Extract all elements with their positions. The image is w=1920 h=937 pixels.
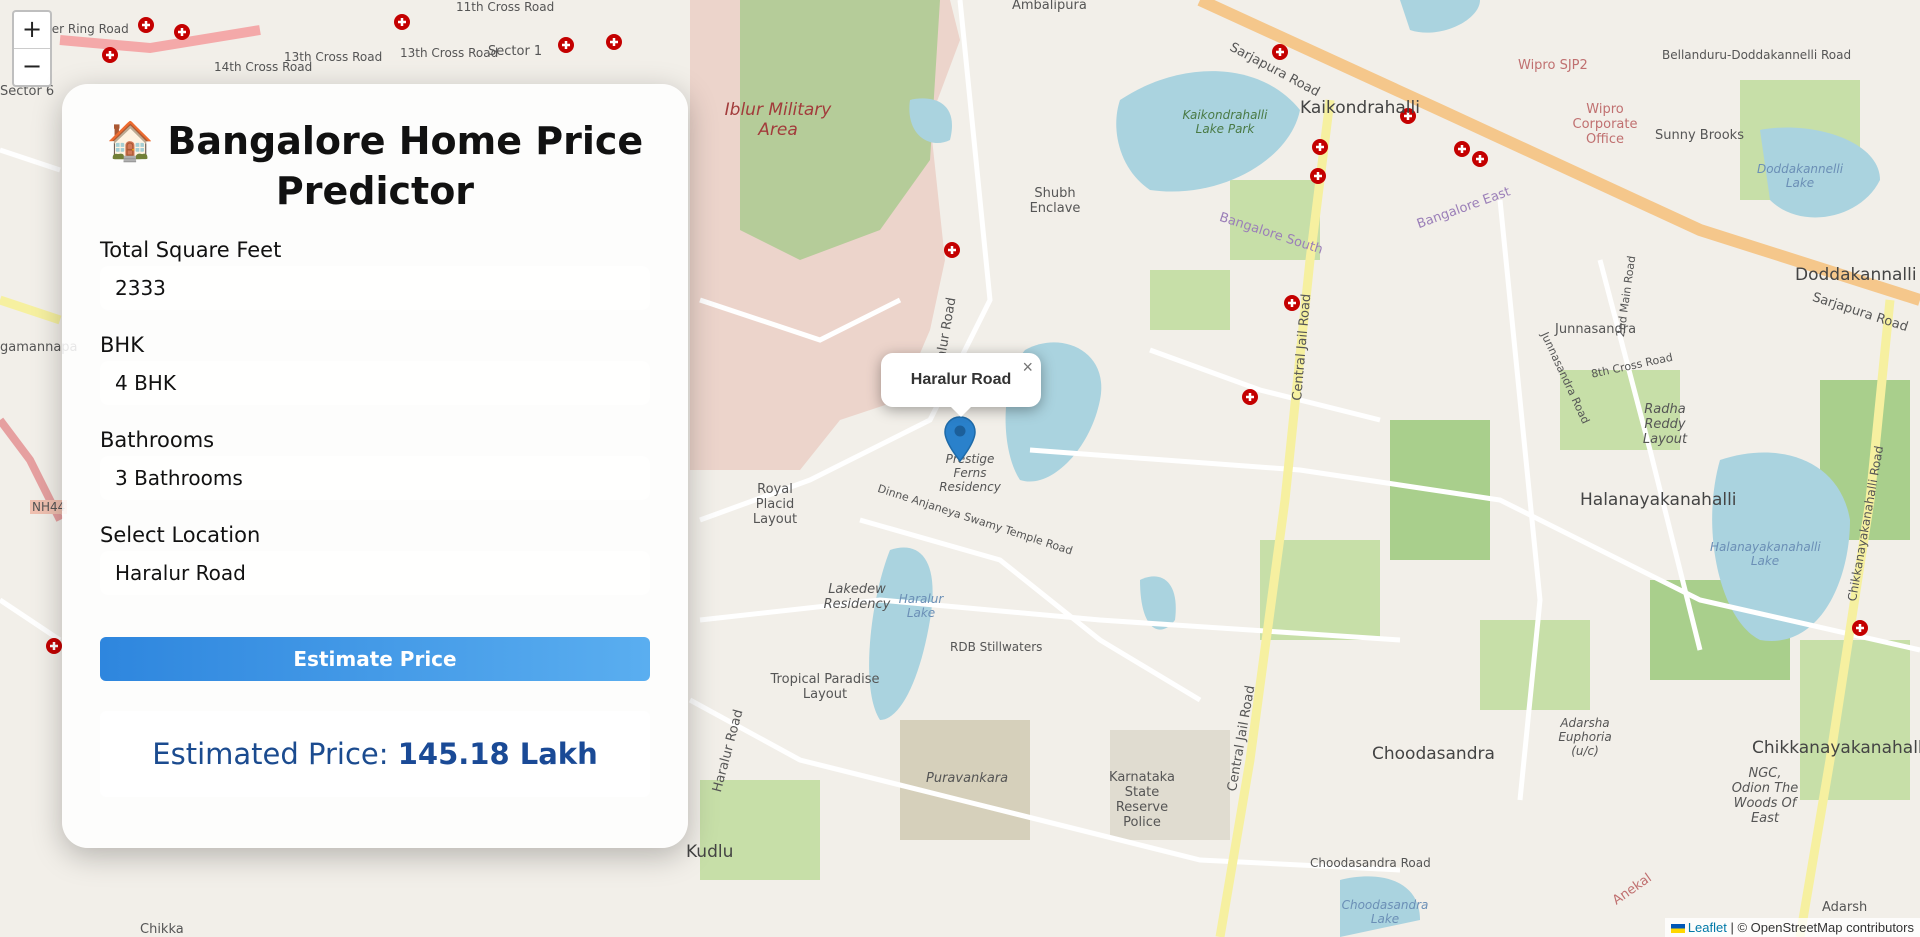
map-label-halanayakanahalli-lake: Halanayakanahalli Lake [1710,540,1821,568]
location-popup: Haralur Road × [881,353,1041,417]
map-label-choodasandra-road: Choodasandra Road [1310,856,1431,870]
map-label-doddakannelli-lake: Doddakannelli Lake [1756,162,1844,190]
popup-text: Haralur Road [910,371,1012,388]
map-label-chikkanayakanahalli: Chikkanayakanahalli [1752,738,1920,758]
location-label: Select Location [100,523,261,547]
estimated-price-result: Estimated Price: 145.18 Lakh [100,711,650,797]
map-label-iblur: Iblur Military Area [724,100,832,140]
map-label-choodasandra: Choodasandra [1372,744,1495,764]
leaflet-link[interactable]: Leaflet [1688,920,1727,935]
zoom-in-button[interactable]: + [14,12,50,48]
bhk-label: BHK [100,333,144,357]
estimate-price-button[interactable]: Estimate Price [100,637,650,681]
title-text: Bangalore Home Price Predictor [167,119,644,213]
map-label-puravankara: Puravankara [926,771,1009,786]
map-label-adarsha: Adarsha Euphoria (u/c) [1558,716,1612,758]
map-label-choodasandra-lake: Choodasandra Lake [1341,898,1429,926]
map-label-rdb: RDB Stillwaters [950,640,1043,654]
map-label-14th-cross: 14th Cross Road [214,60,313,74]
page-title: 🏠 Bangalore Home Price Predictor [62,116,688,216]
map-label-11th-cross: 11th Cross Road [456,0,555,14]
map-label-haralur-lake: Haralur Lake [898,592,944,620]
map-label-ngc: NGC, Odion The Woods Of East [1731,766,1799,826]
map-label-halanayakanahalli: Halanayakanahalli [1580,490,1737,510]
predictor-panel: 🏠 Bangalore Home Price Predictor Total S… [62,84,688,848]
attribution-text: | © OpenStreetMap contributors [1730,920,1915,935]
map-label-ambalipura: Ambalipura [1012,0,1087,13]
result-value: 145.18 Lakh [397,737,598,771]
map-label-kaikondrahalli: Kaikondrahalli [1300,98,1420,118]
ukraine-flag-icon [1670,924,1685,934]
bhk-select[interactable]: 4 BHK [100,361,650,405]
map-label-kaikondrahalli-lake: Kaikondrahalli Lake Park [1182,108,1268,136]
map-label-bellandur: Bellanduru-Doddakannelli Road [1662,48,1852,62]
map-label-adarsh: Adarsh [1822,900,1868,915]
zoom-control: + − [12,10,52,87]
map-label-shubh-enclave: Shubh Enclave [1029,186,1081,216]
house-icon: 🏠 [106,119,155,163]
map-attribution: Leaflet | © OpenStreetMap contributors [1664,918,1920,937]
map-label-radha-reddy: Radha Reddy Layout [1642,402,1688,447]
map-label-royal-placid: Royal Placid Layout [752,482,798,527]
map-label-wipro-office: Wipro Corporate Office [1572,102,1638,147]
result-prefix: Estimated Price: [152,737,389,771]
popup-tip [949,405,973,417]
map-label-kudlu: Kudlu [686,842,734,862]
bathrooms-label: Bathrooms [100,428,215,452]
map-label-doddakannalli: Doddakannalli [1795,265,1917,285]
map-label-wipro: Wipro SJP2 [1518,58,1588,73]
map-label-13th-cross: 13th Cross Road [400,46,499,60]
map-label-lakedew: Lakedew Residency [823,582,891,612]
sqft-input[interactable]: 2333 [100,266,650,310]
close-icon[interactable]: × [1022,357,1033,378]
sqft-label: Total Square Feet [100,238,282,262]
location-select[interactable]: Haralur Road [100,551,650,595]
bathrooms-select[interactable]: 3 Bathrooms [100,456,650,500]
map-label-sunny-brooks: Sunny Brooks [1655,128,1744,143]
map-label-ksrp: Karnataka State Reserve Police [1109,770,1175,830]
zoom-out-button[interactable]: − [14,48,50,85]
map-label-chikka: Chikka [140,922,184,937]
map-label-tropical: Tropical Paradise Layout [770,672,880,702]
